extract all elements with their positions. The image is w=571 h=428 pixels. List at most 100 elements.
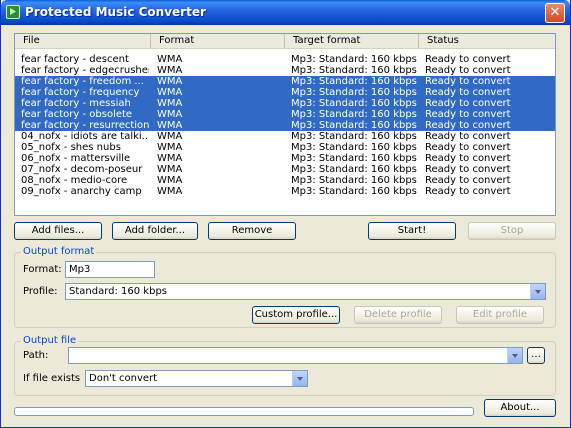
remove-button[interactable]: Remove xyxy=(208,222,296,240)
cell-format: WMA xyxy=(157,142,183,153)
cell-target-format: Mp3: Standard: 160 kbps xyxy=(291,186,417,197)
chevron-down-icon[interactable] xyxy=(292,371,307,386)
table-row[interactable]: 08_nofx - medio-core WMA Mp3: Standard: 16… xyxy=(15,175,555,186)
profile-label: Profile: xyxy=(23,286,58,297)
cell-target-format: Mp3: Standard: 160 kbps xyxy=(291,76,417,87)
chevron-down-icon[interactable] xyxy=(507,348,522,363)
add-folder-button[interactable]: Add folder... xyxy=(112,222,198,240)
cell-target-format: Mp3: Standard: 160 kbps xyxy=(291,65,417,76)
table-row[interactable]: fear factory - frequency WMA Mp3: Standard… xyxy=(15,87,555,98)
table-row[interactable]: fear factory - descent WMA Mp3: Standard: … xyxy=(15,54,555,65)
cell-file: 08_nofx - medio-core xyxy=(21,175,128,186)
cell-status: Ready to convert xyxy=(425,186,511,197)
cell-file: fear factory - resurrection xyxy=(21,120,149,131)
cell-format: WMA xyxy=(157,65,183,76)
cell-format: WMA xyxy=(157,54,183,65)
if-file-exists-label: If file exists xyxy=(23,373,81,384)
cell-file: 06_nofx - mattersville xyxy=(21,153,131,164)
cell-format: WMA xyxy=(157,186,183,197)
table-row[interactable]: fear factory - edgecrusher WMA Mp3: Standa… xyxy=(15,65,555,76)
path-combo[interactable] xyxy=(68,347,523,364)
cell-status: Ready to convert xyxy=(425,54,511,65)
title-bar[interactable]: Protected Music Converter ✕ xyxy=(1,0,570,25)
output-file-title: Output file xyxy=(21,335,79,346)
delete-profile-button[interactable]: Delete profile xyxy=(354,306,442,324)
cell-file: 07_nofx - decom-poseur xyxy=(21,164,143,175)
cell-status: Ready to convert xyxy=(425,120,511,131)
table-row[interactable]: fear factory - freedom ... WMA Mp3: Standa… xyxy=(15,76,555,87)
format-select[interactable]: Mp3 xyxy=(65,261,155,278)
table-row[interactable]: fear factory - obsolete WMA Mp3: Standard:… xyxy=(15,109,555,120)
cell-target-format: Mp3: Standard: 160 kbps xyxy=(291,175,417,186)
chevron-down-icon[interactable] xyxy=(530,284,545,299)
about-button[interactable]: About... xyxy=(484,399,556,417)
cell-target-format: Mp3: Standard: 160 kbps xyxy=(291,131,417,142)
column-header-file[interactable]: File xyxy=(15,34,151,48)
table-row[interactable]: fear factory - messiah WMA Mp3: Standard: … xyxy=(15,98,555,109)
cell-status: Ready to convert xyxy=(425,131,511,142)
browse-button[interactable]: ... xyxy=(527,347,545,364)
cell-status: Ready to convert xyxy=(425,87,511,98)
cell-target-format: Mp3: Standard: 160 kbps xyxy=(291,164,417,175)
table-row[interactable]: 04_nofx - idiots are talki... WMA Mp3: Sta… xyxy=(15,131,555,142)
table-row[interactable]: 09_nofx - anarchy camp WMA Mp3: Standard: … xyxy=(15,186,555,197)
table-row[interactable]: 05_nofx - shes nubs WMA Mp3: Standard: 160… xyxy=(15,142,555,153)
cell-file: fear factory - descent xyxy=(21,54,129,65)
profile-select[interactable]: Standard: 160 kbps xyxy=(65,283,546,300)
column-header-status[interactable]: Status xyxy=(419,34,555,48)
cell-file: fear factory - obsolete xyxy=(21,109,133,120)
app-window: Protected Music Converter ✕ File Format … xyxy=(0,0,571,428)
close-button[interactable]: ✕ xyxy=(545,3,565,23)
cell-status: Ready to convert xyxy=(425,153,511,164)
table-row[interactable]: 07_nofx - decom-poseur WMA Mp3: Standard: … xyxy=(15,164,555,175)
profile-value: Standard: 160 kbps xyxy=(69,286,168,297)
cell-status: Ready to convert xyxy=(425,142,511,153)
file-list[interactable]: File Format Target format Status fear fa… xyxy=(14,33,556,216)
cell-file: fear factory - messiah xyxy=(21,98,131,109)
cell-target-format: Mp3: Standard: 160 kbps xyxy=(291,109,417,120)
cell-target-format: Mp3: Standard: 160 kbps xyxy=(291,87,417,98)
format-label: Format: xyxy=(23,264,62,275)
stop-button[interactable]: Stop xyxy=(468,222,556,240)
cell-format: WMA xyxy=(157,164,183,175)
column-header-format[interactable]: Format xyxy=(151,34,285,48)
cell-format: WMA xyxy=(157,175,183,186)
cell-format: WMA xyxy=(157,131,183,142)
cell-file: 04_nofx - idiots are talki... xyxy=(21,131,149,142)
table-row[interactable]: fear factory - resurrection WMA Mp3: Stand… xyxy=(15,120,555,131)
progress-bar xyxy=(14,407,474,416)
cell-status: Ready to convert xyxy=(425,98,511,109)
cell-file: 09_nofx - anarchy camp xyxy=(21,186,142,197)
cell-status: Ready to convert xyxy=(425,65,511,76)
cell-file: fear factory - freedom ... xyxy=(21,76,144,87)
cell-status: Ready to convert xyxy=(425,175,511,186)
cell-file: fear factory - frequency xyxy=(21,87,140,98)
cell-file: fear factory - edgecrusher xyxy=(21,65,149,76)
cell-target-format: Mp3: Standard: 160 kbps xyxy=(291,98,417,109)
cell-format: WMA xyxy=(157,153,183,164)
format-value: Mp3 xyxy=(69,264,91,275)
column-header-target-format[interactable]: Target format xyxy=(285,34,419,48)
if-file-exists-select[interactable]: Don't convert xyxy=(85,370,308,387)
add-files-button[interactable]: Add files... xyxy=(14,222,102,240)
table-row[interactable]: 06_nofx - mattersville WMA Mp3: Standard: … xyxy=(15,153,555,164)
cell-status: Ready to convert xyxy=(425,109,511,120)
cell-status: Ready to convert xyxy=(425,164,511,175)
cell-format: WMA xyxy=(157,120,183,131)
cell-format: WMA xyxy=(157,98,183,109)
custom-profile-button[interactable]: Custom profile... xyxy=(252,306,340,324)
cell-format: WMA xyxy=(157,76,183,87)
cell-target-format: Mp3: Standard: 160 kbps xyxy=(291,153,417,164)
output-format-title: Output format xyxy=(21,246,97,257)
list-header: File Format Target format Status xyxy=(15,34,555,49)
cell-file: 05_nofx - shes nubs xyxy=(21,142,121,153)
app-music-icon xyxy=(6,5,20,19)
if-file-exists-value: Don't convert xyxy=(89,373,158,384)
start-button[interactable]: Start! xyxy=(368,222,456,240)
cell-format: WMA xyxy=(157,109,183,120)
cell-format: WMA xyxy=(157,87,183,98)
edit-profile-button[interactable]: Edit profile xyxy=(456,306,544,324)
window-title: Protected Music Converter xyxy=(25,5,206,19)
cell-status: Ready to convert xyxy=(425,76,511,87)
cell-target-format: Mp3: Standard: 160 kbps xyxy=(291,120,417,131)
